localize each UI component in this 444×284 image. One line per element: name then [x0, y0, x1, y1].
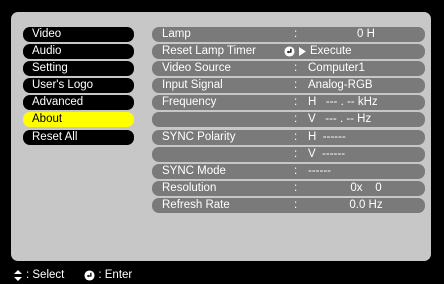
frequency-v-colon: : [294, 113, 298, 126]
lamp-label: Lamp [162, 28, 191, 40]
menu-item-about[interactable]: About [23, 112, 134, 128]
sync-polarity-h-value: H ------ [308, 130, 346, 143]
resolution-label: Resolution [162, 181, 217, 194]
input-signal-label: Input Signal [162, 79, 223, 92]
sync-polarity-v-colon: : [294, 147, 298, 160]
lamp-colon: : [294, 28, 298, 40]
right-arrow-icon [299, 47, 306, 57]
main-menu: Video Audio Setting User's Logo Advanced… [23, 27, 134, 147]
lamp-value: 0 H [357, 28, 375, 40]
frequency-h-value: H --- . -- kHz [308, 96, 378, 109]
sync-polarity-label: SYNC Polarity [162, 130, 236, 143]
info-row-reset-lamp-timer[interactable]: Reset Lamp Timer Execute [152, 44, 425, 60]
refresh-rate-label: Refresh Rate [162, 198, 230, 211]
info-row-input-signal: Input Signal : Analog-RGB [152, 78, 425, 94]
refresh-rate-value: 0.0 Hz [349, 198, 383, 211]
menu-item-advanced[interactable]: Advanced [23, 95, 134, 111]
menu-item-users-logo[interactable]: User's Logo [23, 78, 134, 94]
about-info-panel: Lamp : 0 H Reset Lamp Timer Execute Vide… [152, 27, 425, 215]
input-signal-colon: : [294, 79, 298, 92]
menu-item-setting[interactable]: Setting [23, 61, 134, 77]
reset-lamp-timer-action[interactable]: Execute [284, 44, 352, 59]
enter-hint: : Enter [98, 269, 133, 281]
info-row-sync-mode: SYNC Mode : ------ [152, 163, 425, 179]
sync-mode-colon: : [294, 164, 298, 177]
reset-lamp-timer-label: Reset Lamp Timer [162, 45, 256, 58]
video-source-label: Video Source [162, 62, 231, 75]
sync-mode-value: ------ [308, 164, 331, 177]
info-row-sync-polarity-v: : V ------ [152, 146, 425, 162]
frequency-v-value: V --- . -- Hz [308, 113, 372, 126]
frequency-label: Frequency [162, 96, 217, 109]
menu-item-reset-all[interactable]: Reset All [23, 129, 134, 145]
info-row-video-source: Video Source : Computer1 [152, 61, 425, 77]
info-row-lamp: Lamp : 0 H [152, 27, 425, 42]
select-hint: : Select [26, 269, 65, 281]
execute-label: Execute [310, 45, 352, 58]
enter-icon [84, 269, 95, 281]
sync-polarity-h-colon: : [294, 130, 298, 143]
menu-item-video[interactable]: Video [23, 27, 134, 42]
up-down-arrows-icon [14, 269, 22, 281]
info-row-frequency-v: : V --- . -- Hz [152, 112, 425, 128]
resolution-value: 0x 0 [350, 181, 382, 194]
sync-polarity-v-value: V ------ [308, 147, 346, 160]
input-signal-value: Analog-RGB [308, 79, 373, 92]
menu-item-audio[interactable]: Audio [23, 44, 134, 60]
info-row-sync-polarity-h: SYNC Polarity : H ------ [152, 129, 425, 145]
info-row-refresh-rate: Refresh Rate : 0.0 Hz [152, 197, 425, 213]
info-row-frequency-h: Frequency : H --- . -- kHz [152, 95, 425, 111]
video-source-colon: : [294, 62, 298, 75]
info-row-resolution: Resolution : 0x 0 [152, 180, 425, 196]
video-source-value: Computer1 [308, 62, 365, 75]
refresh-rate-colon: : [294, 198, 298, 211]
resolution-colon: : [294, 181, 298, 194]
projector-osd-screen: Video Audio Setting User's Logo Advanced… [0, 0, 444, 284]
frequency-h-colon: : [294, 96, 298, 109]
key-guide: : Select : Enter [14, 268, 132, 282]
enter-icon [284, 46, 295, 57]
sync-mode-label: SYNC Mode [162, 164, 226, 177]
